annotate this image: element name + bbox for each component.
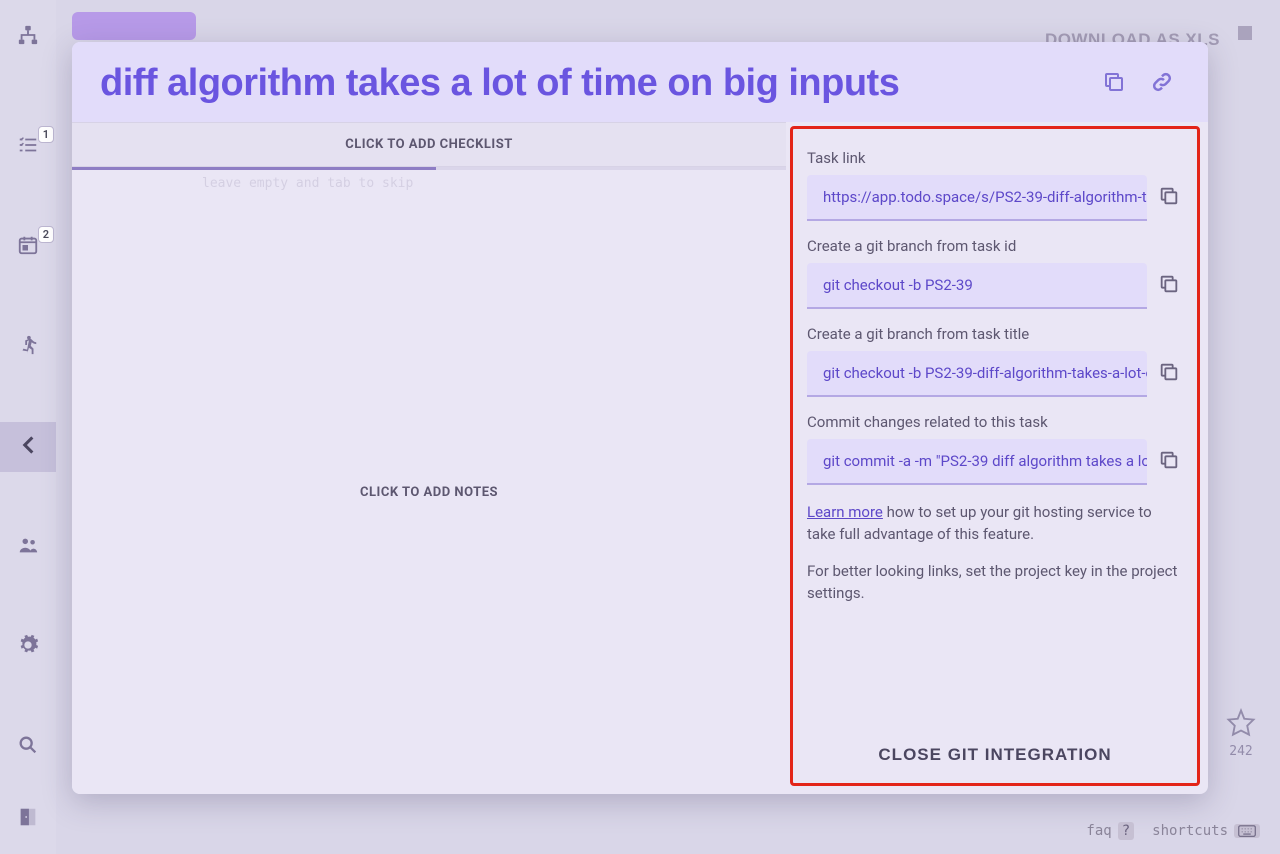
sidebar-item-tasks[interactable]: 1: [0, 122, 56, 172]
tasks-badge: 1: [38, 126, 54, 143]
field-label-task-link: Task link: [807, 149, 1183, 167]
task-title[interactable]: diff algorithm takes a lot of time on bi…: [100, 64, 1084, 104]
sidebar-item-settings[interactable]: [0, 622, 56, 672]
copy-task-link-button[interactable]: [1155, 184, 1183, 212]
commit-field[interactable]: git commit -a -m "PS2-39 diff algorithm …: [807, 439, 1147, 485]
footer: faq ? shortcuts: [1086, 822, 1260, 840]
sidebar-item-hierarchy[interactable]: [0, 12, 56, 62]
task-left-column: CLICK TO ADD CHECKLIST leave empty and t…: [72, 122, 786, 794]
task-modal: diff algorithm takes a lot of time on bi…: [72, 42, 1208, 794]
walking-person-icon: [17, 334, 39, 360]
faq-key-badge: ?: [1118, 822, 1134, 840]
close-git-integration-button[interactable]: CLOSE GIT INTEGRATION: [807, 735, 1183, 771]
calendar-badge: 2: [38, 226, 54, 243]
faq-link[interactable]: faq ?: [1086, 822, 1134, 840]
field-label-branch-id: Create a git branch from task id: [807, 237, 1183, 255]
copy-task-button[interactable]: [1096, 66, 1132, 102]
sidebar-item-team[interactable]: [0, 522, 56, 572]
gear-icon: [17, 634, 39, 660]
hierarchy-icon: [17, 24, 39, 50]
branch-title-field[interactable]: git checkout -b PS2-39-diff-algorithm-ta…: [807, 351, 1147, 397]
keyboard-icon: [1234, 824, 1260, 838]
copy-icon: [1158, 185, 1180, 211]
checklist-icon: [17, 134, 39, 160]
link-icon: [1150, 70, 1174, 98]
sidebar-item-search[interactable]: [0, 722, 56, 772]
copy-icon: [1158, 273, 1180, 299]
exit-door-icon: [17, 806, 39, 832]
sidebar: 1 2: [0, 0, 56, 854]
branch-id-field[interactable]: git checkout -b PS2-39: [807, 263, 1147, 309]
copy-branch-title-button[interactable]: [1155, 360, 1183, 388]
git-integration-panel: Task link https://app.todo.space/s/PS2-3…: [790, 126, 1200, 786]
field-label-branch-title: Create a git branch from task title: [807, 325, 1183, 343]
sidebar-item-calendar[interactable]: 2: [0, 222, 56, 272]
copy-icon: [1158, 361, 1180, 387]
sidebar-item-person[interactable]: [0, 322, 56, 372]
ghost-hint: leave empty and tab to skip: [202, 176, 786, 191]
git-info-text-2: For better looking links, set the projec…: [807, 560, 1183, 605]
search-icon: [17, 734, 39, 760]
learn-more-link[interactable]: Learn more: [807, 503, 883, 521]
git-info-learn: Learn more how to set up your git hostin…: [807, 501, 1183, 546]
star-icon: [1226, 708, 1256, 742]
calendar-icon: [17, 234, 39, 260]
add-notes-button[interactable]: CLICK TO ADD NOTES: [72, 191, 786, 794]
copy-commit-button[interactable]: [1155, 448, 1183, 476]
sidebar-item-exit[interactable]: [0, 794, 56, 844]
copy-icon: [1158, 449, 1180, 475]
task-link-field[interactable]: https://app.todo.space/s/PS2-39-diff-alg…: [807, 175, 1147, 221]
copy-branch-id-button[interactable]: [1155, 272, 1183, 300]
chevron-left-icon: [15, 432, 41, 462]
progress-bar: [72, 167, 786, 170]
copy-icon: [1102, 70, 1126, 98]
star-count-number: 242: [1229, 744, 1252, 759]
add-checklist-button[interactable]: CLICK TO ADD CHECKLIST: [72, 122, 786, 167]
team-icon: [17, 534, 39, 560]
color-swatch: [1238, 26, 1252, 40]
field-label-commit: Commit changes related to this task: [807, 413, 1183, 431]
modal-header: diff algorithm takes a lot of time on bi…: [72, 42, 1208, 122]
shortcuts-link[interactable]: shortcuts: [1152, 823, 1260, 839]
shortcuts-label: shortcuts: [1152, 823, 1228, 839]
project-pill[interactable]: [72, 12, 196, 40]
link-task-button[interactable]: [1144, 66, 1180, 102]
sidebar-item-back[interactable]: [0, 422, 56, 472]
star-count[interactable]: 242: [1226, 708, 1256, 759]
faq-label: faq: [1086, 823, 1111, 839]
